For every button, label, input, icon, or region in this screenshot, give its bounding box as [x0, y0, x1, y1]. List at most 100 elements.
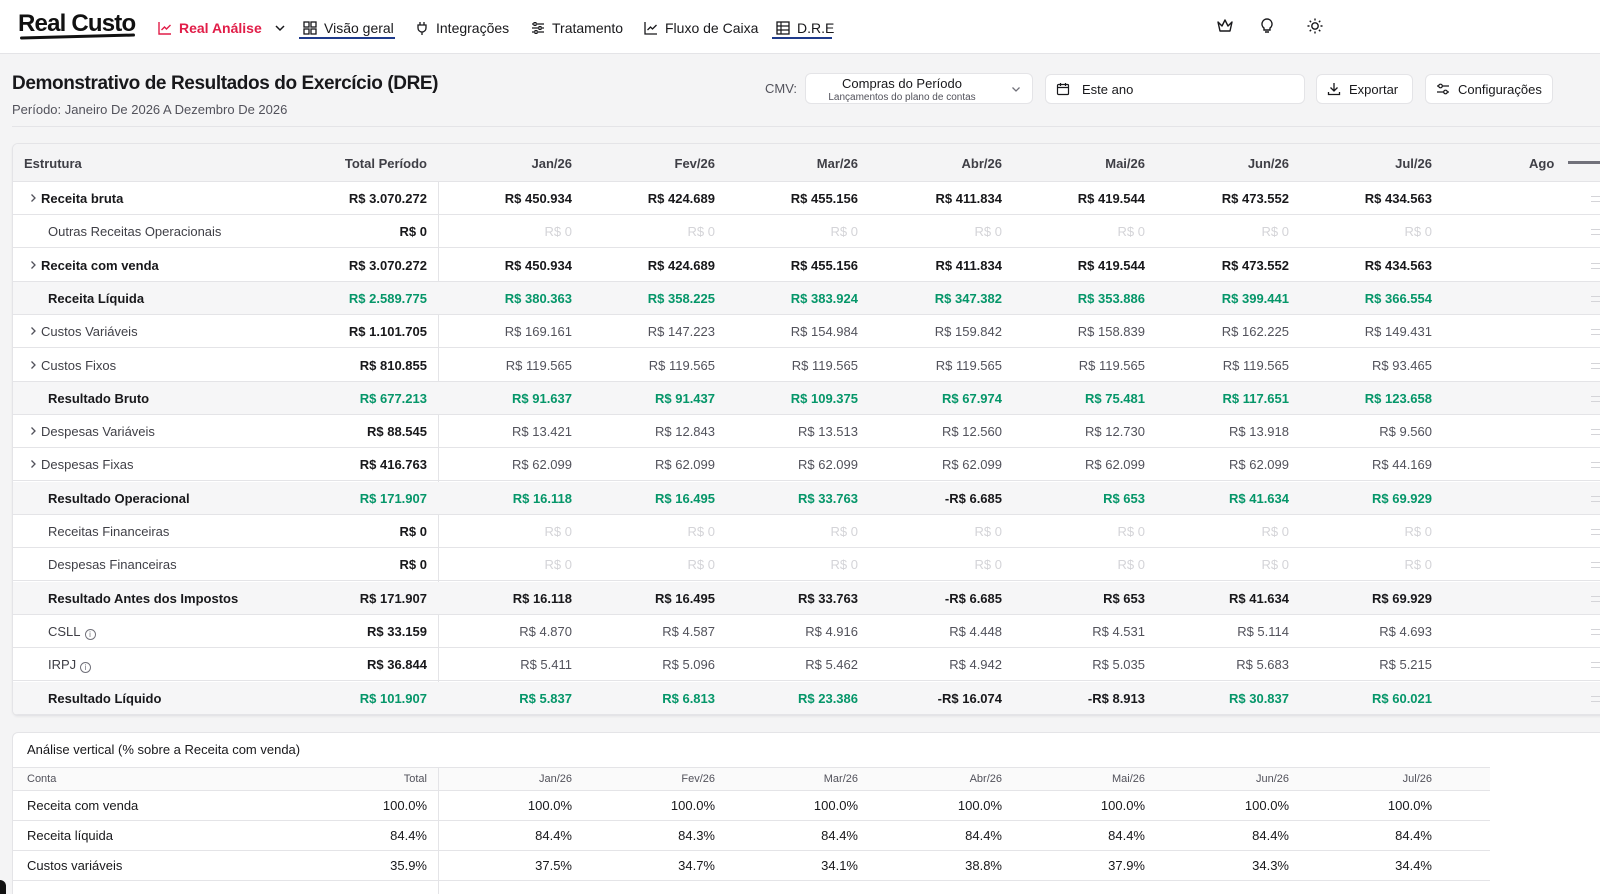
row-total: R$ 677.213 — [359, 390, 427, 406]
vertical-analysis-row: Receita líquida 84.4% 84.4% 84.3% 84.4% 84.4%… — [13, 821, 1490, 851]
month-percentage: 100.0% — [957, 798, 1002, 813]
month-percentage: 100.0% — [527, 798, 572, 813]
row-label-text: Despesas Variáveis — [41, 424, 155, 440]
vertical-analysis-row: Receita com venda 100.0% 100.0% 100.0% 100.0… — [13, 791, 1490, 821]
row-total: R$ 0 — [399, 557, 427, 573]
month-value: R$ 419.544 — [1077, 191, 1145, 206]
row-label-text: Receita com venda — [41, 257, 159, 273]
dre-row: Resultado Operacional R$ 171.907 R$ 16.118… — [13, 481, 1600, 515]
chevron-right-icon[interactable] — [28, 459, 38, 469]
info-icon[interactable]: i — [84, 628, 96, 640]
lightbulb-icon[interactable] — [1258, 17, 1276, 35]
export-button[interactable]: Exportar — [1316, 74, 1413, 104]
nav-tratamento[interactable]: Tratamento — [531, 16, 623, 40]
month-value: R$ 123.658 — [1364, 390, 1432, 406]
month-value: R$ 69.929 — [1372, 590, 1432, 606]
dre-row[interactable]: Despesas Fixas R$ 416.763 R$ 62.099 R$ 62.0… — [13, 448, 1600, 482]
row-label-text: IRPJ — [48, 657, 77, 673]
cmv-select[interactable]: Compras do Período Lançamentos do plano … — [805, 73, 1033, 104]
truncated-column-marker — [1591, 495, 1600, 502]
month-value: R$ 0 — [687, 524, 715, 539]
date-range-picker[interactable]: Este ano — [1045, 74, 1305, 104]
row-label-text: Despesas Fixas — [41, 457, 134, 473]
month-value: R$ 13.513 — [798, 424, 858, 440]
nav-item-label: D.R.E — [797, 20, 835, 36]
truncated-column-marker — [1591, 429, 1600, 436]
month-value: R$ 653 — [1103, 490, 1145, 506]
month-value: R$ 75.481 — [1085, 390, 1145, 406]
month-value: R$ 0 — [1261, 524, 1289, 539]
month-percentage: 34.1% — [821, 858, 858, 873]
month-value: R$ 4.916 — [805, 623, 858, 639]
chevron-right-icon[interactable] — [28, 193, 38, 203]
row-total: R$ 33.159 — [367, 623, 427, 639]
month-value: R$ 450.934 — [504, 191, 572, 206]
row-total: R$ 416.763 — [359, 457, 427, 473]
column-header: Mar/26 — [816, 156, 858, 171]
truncated-column-marker — [1591, 262, 1600, 269]
month-percentage: 100.0% — [813, 798, 858, 813]
month-value: R$ 0 — [1117, 524, 1145, 539]
row-label-text: Resultado Líquido — [48, 690, 162, 706]
month-percentage: 100.0% — [1100, 798, 1145, 813]
month-value: -R$ 6.685 — [944, 490, 1002, 506]
settings-button[interactable]: Configurações — [1425, 74, 1553, 104]
column-header: Mai/26 — [1105, 156, 1145, 171]
month-value: R$ 455.156 — [790, 257, 858, 273]
truncated-column-marker — [1591, 595, 1600, 602]
dre-row[interactable]: Custos Variáveis R$ 1.101.705 R$ 169.161 R$… — [13, 315, 1600, 349]
horizontal-scroll-indicator[interactable] — [1568, 161, 1600, 164]
month-percentage: 100.0% — [670, 798, 715, 813]
dre-row: IRPJ i R$ 36.844 R$ 5.411 R$ 5.096 R$ 5.462 R$… — [13, 648, 1600, 682]
month-value: R$ 169.161 — [504, 324, 572, 340]
month-value: R$ 0 — [1261, 224, 1289, 240]
dre-row[interactable]: Custos Fixos R$ 810.855 R$ 119.565 R$ 119.5… — [13, 349, 1600, 382]
month-value: R$ 30.837 — [1229, 690, 1289, 706]
month-value: R$ 473.552 — [1221, 257, 1289, 273]
dre-row[interactable]: Despesas Variáveis R$ 88.545 R$ 13.421 R$ 1… — [13, 415, 1600, 449]
sun-icon[interactable] — [1306, 17, 1324, 35]
nav-integracoes[interactable]: Integrações — [415, 16, 509, 40]
month-value: R$ 12.843 — [655, 424, 715, 440]
month-percentage: 84.3% — [678, 828, 715, 843]
month-percentage: 84.4% — [1395, 828, 1432, 843]
month-value: R$ 16.118 — [512, 490, 572, 506]
column-header: Abr/26 — [961, 156, 1002, 171]
nav-fluxo-de-caixa[interactable]: Fluxo de Caixa — [644, 16, 758, 40]
month-value: R$ 62.099 — [512, 457, 572, 473]
vertical-analysis-header: Conta Total Jan/26 Fev/26 Mar/26 Abr/26 Mai/26… — [13, 767, 1490, 791]
chevron-right-icon[interactable] — [28, 426, 38, 436]
month-value: R$ 0 — [1117, 224, 1145, 240]
plug-icon — [417, 22, 427, 35]
corner-marker — [0, 880, 6, 894]
month-value: R$ 653 — [1103, 590, 1145, 606]
vertical-analysis-title: Análise vertical (% sobre a Receita com … — [27, 742, 301, 757]
dre-row[interactable]: Receita com venda R$ 3.070.272 R$ 450.934 R… — [13, 249, 1600, 282]
month-value: R$ 16.118 — [512, 590, 572, 606]
header-divider — [12, 126, 1600, 127]
month-value: R$ 450.934 — [504, 257, 572, 273]
month-percentage: 38.8% — [965, 858, 1002, 873]
month-value: R$ 358.225 — [647, 290, 715, 306]
chevron-right-icon[interactable] — [28, 360, 38, 370]
month-value: R$ 0 — [1404, 557, 1432, 573]
crown-icon[interactable] — [1216, 17, 1234, 35]
row-total: R$ 171.907 — [359, 590, 427, 606]
month-value: R$ 119.565 — [505, 357, 572, 373]
nav-real-analise-dropdown[interactable]: Real Análise — [158, 16, 287, 40]
chevron-right-icon[interactable] — [28, 260, 38, 270]
month-value: R$ 69.929 — [1372, 490, 1432, 506]
chevron-right-icon[interactable] — [28, 326, 38, 336]
month-value: R$ 119.565 — [1222, 357, 1289, 373]
month-value: R$ 117.651 — [1222, 390, 1289, 406]
dre-row[interactable]: Receita bruta R$ 3.070.272 R$ 450.934 R$ 42… — [13, 182, 1600, 215]
page-title: Demonstrativo de Resultados do Exercício… — [12, 73, 439, 94]
month-percentage: 84.4% — [965, 828, 1002, 843]
chevron-down-icon — [1012, 87, 1020, 92]
info-icon[interactable]: i — [80, 662, 92, 674]
month-value: R$ 5.215 — [1379, 657, 1432, 673]
row-total: R$ 0 — [399, 524, 427, 539]
column-header: Total Período — [344, 156, 427, 171]
vertical-analysis-table: Análise vertical (% sobre a Receita com … — [12, 732, 1600, 894]
month-value: R$ 0 — [1261, 557, 1289, 573]
